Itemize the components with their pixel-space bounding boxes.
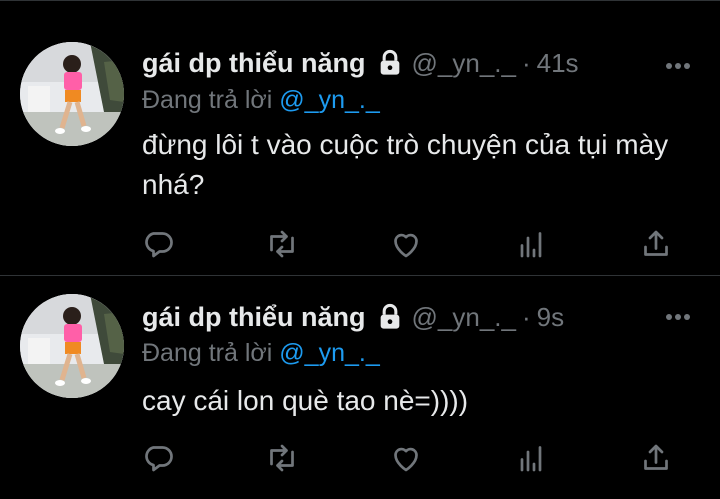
- reply-mention[interactable]: @_yn_._: [279, 339, 379, 367]
- separator-dot: ·: [521, 301, 531, 332]
- action-bar: [140, 226, 680, 262]
- avatar[interactable]: [20, 294, 124, 398]
- action-bar: [140, 440, 680, 476]
- more-icon[interactable]: [664, 309, 692, 320]
- views-icon[interactable]: [513, 440, 549, 476]
- share-icon[interactable]: [638, 226, 674, 262]
- handle[interactable]: @_yn_._: [412, 302, 516, 333]
- timestamp[interactable]: 41s: [537, 48, 579, 79]
- reply-prefix: Đang trả lời: [142, 339, 273, 367]
- reply-mention[interactable]: @_yn_._: [279, 86, 379, 114]
- reply-icon[interactable]: [140, 440, 176, 476]
- avatar[interactable]: [20, 42, 124, 146]
- reply-prefix: Đang trả lời: [142, 86, 273, 114]
- lock-icon: [376, 49, 404, 77]
- tweet-text: cay cái lon què tao nè=)))): [142, 385, 469, 416]
- lock-icon: [376, 303, 404, 331]
- replying-to: Đang trả lời @_yn_._: [142, 339, 380, 368]
- tweet-text: đừng lôi t vào cuộc trò chuyện của tụi m…: [142, 129, 669, 200]
- tweet-header: gái dp thiểu năng @_yn_._ · 9s: [142, 297, 564, 337]
- reply-icon[interactable]: [140, 226, 176, 262]
- separator-dot: ·: [521, 47, 531, 78]
- share-icon[interactable]: [638, 440, 674, 476]
- handle[interactable]: @_yn_._: [412, 48, 516, 79]
- timestamp[interactable]: 9s: [537, 302, 564, 333]
- tweet-header: gái dp thiểu năng @_yn_._ · 41s: [142, 43, 579, 83]
- more-icon[interactable]: [664, 58, 692, 69]
- display-name[interactable]: gái dp thiểu năng: [142, 302, 366, 333]
- top-divider: [0, 0, 720, 1]
- retweet-icon[interactable]: [264, 226, 300, 262]
- replying-to: Đang trả lời @_yn_._: [142, 86, 380, 115]
- like-icon[interactable]: [388, 226, 424, 262]
- display-name[interactable]: gái dp thiểu năng: [142, 48, 366, 79]
- retweet-icon[interactable]: [264, 440, 300, 476]
- like-icon[interactable]: [388, 440, 424, 476]
- tweet[interactable]: gái dp thiểu năng @_yn_._ · 41s Đang trả…: [0, 10, 720, 275]
- views-icon[interactable]: [513, 226, 549, 262]
- tweet[interactable]: gái dp thiểu năng @_yn_._ · 9s Đang trả …: [0, 276, 720, 499]
